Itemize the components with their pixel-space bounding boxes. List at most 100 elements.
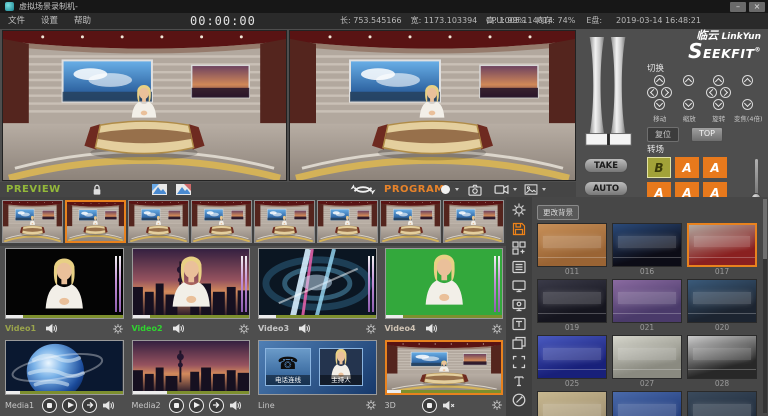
record-icon[interactable] (440, 182, 459, 197)
reset-button[interactable]: 复位 (647, 127, 679, 142)
preview-monitor[interactable] (2, 30, 287, 181)
scene-thumb-020[interactable]: 020 (687, 279, 757, 333)
scene-thumb-027[interactable]: 027 (612, 335, 682, 389)
next-icon[interactable] (209, 398, 224, 413)
Video1-thumbnail[interactable] (5, 248, 124, 319)
wipe-b-icon[interactable] (176, 182, 191, 197)
list-icon[interactable] (510, 258, 528, 275)
dpad-left-button[interactable] (706, 87, 717, 98)
dpad-down-button[interactable] (713, 99, 724, 110)
host-item[interactable]: 主持人 (319, 348, 363, 386)
dpad-down-button[interactable] (742, 99, 753, 110)
scene-thumb-017[interactable]: 017 (687, 223, 757, 277)
program-monitor[interactable] (289, 30, 576, 181)
minimize-button[interactable]: – (730, 2, 746, 12)
gear-icon[interactable] (112, 323, 124, 335)
transition-button-0[interactable]: B (647, 157, 671, 178)
dpad-down-button[interactable] (683, 99, 694, 110)
scene-thumb-016[interactable]: 016 (612, 223, 682, 277)
auto-button[interactable]: AUTO (584, 181, 628, 196)
text-box-icon[interactable] (510, 315, 528, 332)
menu-item-0[interactable]: 文件 (8, 13, 25, 29)
preset-thumb-1[interactable] (2, 200, 63, 243)
preset-thumb-8[interactable] (443, 200, 504, 243)
menu-item-1[interactable]: 设置 (41, 13, 58, 29)
preset-thumb-4[interactable] (191, 200, 252, 243)
camera-icon[interactable] (468, 182, 482, 197)
take-button[interactable]: TAKE (584, 158, 628, 173)
speaker-muted-icon[interactable] (442, 400, 455, 411)
gear-icon[interactable] (491, 323, 503, 335)
preset-thumb-6[interactable] (317, 200, 378, 243)
close-button[interactable]: × (749, 2, 765, 12)
top-button[interactable]: TOP (691, 127, 723, 142)
videocam-icon[interactable] (494, 182, 517, 197)
scene-thumb-p10[interactable] (612, 391, 682, 416)
stop-icon[interactable] (169, 398, 184, 413)
Media1-thumbnail[interactable] (5, 340, 124, 395)
save-icon[interactable] (510, 220, 528, 237)
monitor-icon[interactable] (510, 277, 528, 294)
scene-thumb-028[interactable]: 028 (687, 335, 757, 389)
dpad-up-button[interactable] (713, 75, 724, 86)
menu-item-2[interactable]: 帮助 (74, 13, 91, 29)
3D-thumbnail[interactable] (385, 340, 504, 395)
scrollbar[interactable] (763, 199, 767, 413)
scene-thumb-011[interactable]: 011 (537, 223, 607, 277)
t-bar-fader[interactable] (580, 37, 636, 149)
gear-icon[interactable] (491, 399, 503, 411)
dpad-right-button[interactable] (661, 87, 672, 98)
speaker-icon[interactable] (229, 400, 242, 411)
speaker-icon[interactable] (298, 323, 311, 334)
dpad-up-button[interactable] (742, 75, 753, 86)
scene-thumb-019[interactable]: 019 (537, 279, 607, 333)
lock-icon[interactable] (92, 182, 102, 197)
dpad-down-button[interactable] (654, 99, 665, 110)
stop-icon[interactable] (42, 398, 57, 413)
speaker-icon[interactable] (45, 323, 58, 334)
stop-icon[interactable] (422, 398, 437, 413)
speaker-icon[interactable] (425, 323, 438, 334)
text-icon[interactable] (510, 372, 528, 389)
swap-icon[interactable] (350, 182, 376, 197)
layers-icon[interactable] (510, 334, 528, 351)
transition-button-1[interactable]: A (675, 157, 699, 178)
layout-icon[interactable] (510, 239, 528, 256)
dpad-up-button[interactable] (654, 75, 665, 86)
preset-thumb-7[interactable] (380, 200, 441, 243)
scene-thumb-p11[interactable] (687, 391, 757, 416)
picture-icon[interactable] (524, 182, 546, 197)
Media2-thumbnail[interactable] (132, 340, 251, 395)
scene-thumb-p9[interactable] (537, 391, 607, 416)
preset-thumb-2[interactable] (65, 200, 126, 243)
Line-thumbnail[interactable]: ☎ 电话连线 主持人 (258, 340, 377, 395)
dpad-right-button[interactable] (720, 87, 731, 98)
gear-icon[interactable] (238, 323, 250, 335)
transition-button-2[interactable]: A (703, 157, 727, 178)
gear-icon[interactable] (365, 323, 377, 335)
pen-icon[interactable] (510, 391, 528, 408)
dpad-left-button[interactable] (647, 87, 658, 98)
play-icon[interactable] (62, 398, 77, 413)
gear-icon[interactable] (365, 399, 377, 411)
preset-thumb-5[interactable] (254, 200, 315, 243)
change-background-button[interactable]: 更改背景 (537, 205, 579, 220)
scene-thumb-025[interactable]: 025 (537, 335, 607, 389)
preset-thumb-3[interactable] (128, 200, 189, 243)
phone-line-item[interactable]: ☎ 电话连线 (265, 348, 311, 386)
media-source-row: Media1 Media2 ☎ 电话连线 主持人 Line (0, 338, 506, 416)
scrollbar-thumb[interactable] (763, 199, 767, 259)
Video2-thumbnail[interactable] (132, 248, 251, 319)
speaker-icon[interactable] (172, 323, 185, 334)
Video3-thumbnail[interactable] (258, 248, 377, 319)
gear-icon[interactable] (510, 201, 528, 218)
Video4-thumbnail[interactable] (385, 248, 504, 319)
speaker-icon[interactable] (102, 400, 115, 411)
scene-thumb-021[interactable]: 021 (612, 279, 682, 333)
next-icon[interactable] (82, 398, 97, 413)
dpad-up-button[interactable] (683, 75, 694, 86)
monitor-bulb-icon[interactable] (510, 296, 528, 313)
wipe-a-icon[interactable] (152, 182, 167, 197)
play-icon[interactable] (189, 398, 204, 413)
frame-icon[interactable] (510, 353, 528, 370)
